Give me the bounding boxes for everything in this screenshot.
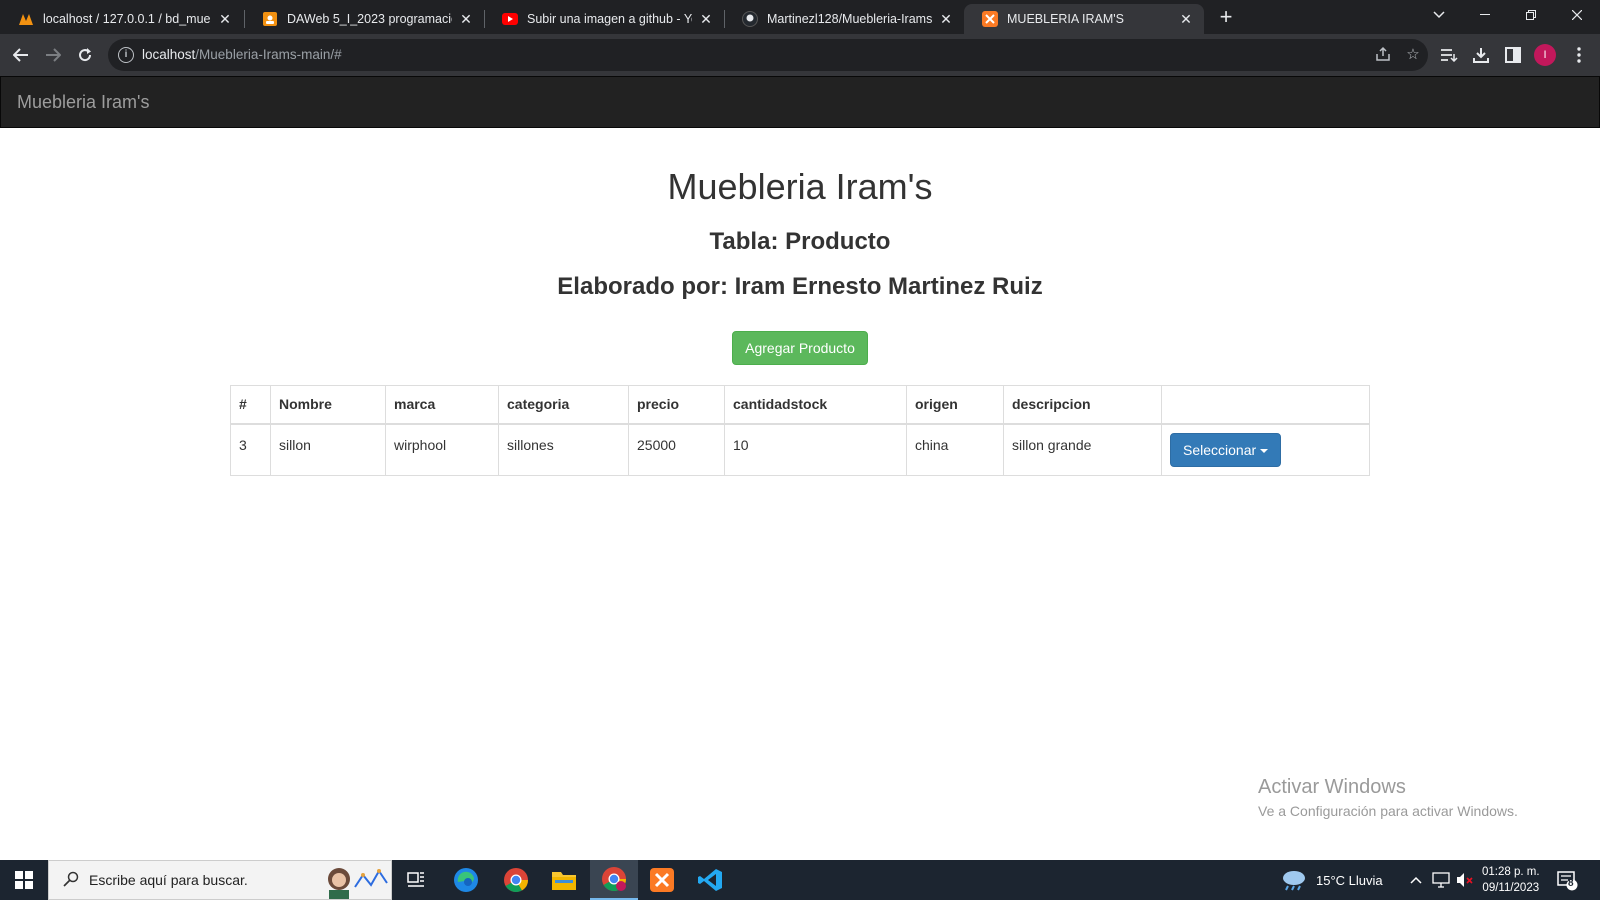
- search-icon: [63, 871, 79, 892]
- close-icon[interactable]: ✕: [1178, 11, 1194, 28]
- windows-taskbar: Escribe aquí para buscar. 15°C Lluvia 01…: [0, 860, 1600, 900]
- tab-daweb[interactable]: DAWeb 5_I_2023 programacion ✕: [244, 4, 484, 34]
- reading-list-icon[interactable]: [1436, 42, 1462, 68]
- close-icon[interactable]: ✕: [698, 11, 714, 28]
- column-header-categoria: categoria: [498, 385, 629, 425]
- cell-id: 3: [230, 423, 271, 476]
- search-placeholder: Escribe aquí para buscar.: [89, 872, 248, 888]
- products-table: # Nombre marca categoria precio cantidad…: [230, 385, 1370, 476]
- file-explorer-icon[interactable]: [540, 860, 588, 900]
- vscode-icon[interactable]: [686, 860, 734, 900]
- tab-title: localhost / 127.0.0.1 / bd_muebleria: [43, 12, 211, 26]
- tab-title: Subir una imagen a github - YouTube: [527, 12, 692, 26]
- select-dropdown-button[interactable]: Seleccionar: [1170, 432, 1282, 467]
- tab-phpmyadmin[interactable]: localhost / 127.0.0.1 / bd_muebleria ✕: [0, 4, 243, 34]
- cell-precio: 25000: [628, 423, 725, 476]
- bookmark-star-icon[interactable]: ☆: [1404, 46, 1422, 64]
- site-navbar: Muebleria Iram's: [0, 76, 1600, 128]
- youtube-icon: [502, 11, 518, 27]
- download-icon[interactable]: [1468, 42, 1494, 68]
- classroom-icon: [262, 11, 278, 27]
- github-icon: [742, 11, 758, 27]
- table-header-row: # Nombre marca categoria precio cantidad…: [230, 385, 1370, 425]
- phpmyadmin-icon: [18, 11, 34, 27]
- browser-toolbar: i localhost/Muebleria-Irams-main/# ☆ I: [0, 34, 1600, 76]
- site-info-icon[interactable]: i: [118, 47, 134, 63]
- activate-windows-watermark: Activar Windows Ve a Configuración para …: [1258, 776, 1518, 819]
- watermark-title: Activar Windows: [1258, 776, 1406, 798]
- cell-nombre: sillon: [270, 423, 386, 476]
- tab-github[interactable]: Martinezl128/Muebleria-Irams: repository…: [724, 4, 964, 34]
- windows-start-icon[interactable]: [0, 860, 48, 900]
- new-tab-button[interactable]: +: [1213, 5, 1239, 31]
- clock-date: 09/11/2023: [1482, 882, 1540, 894]
- cell-categoria: sillones: [498, 423, 629, 476]
- column-header-id: #: [230, 385, 271, 425]
- column-header-marca: marca: [385, 385, 499, 425]
- table-row: 3 sillon wirphool sillones 25000 10 chin…: [230, 423, 1370, 476]
- author-line: Elaborado por: Iram Ernesto Martinez Rui…: [557, 273, 1043, 300]
- table-subtitle: Tabla: Producto: [709, 228, 891, 255]
- rain-cloud-icon: [1283, 871, 1305, 891]
- tab-youtube[interactable]: Subir una imagen a github - YouTube ✕: [484, 4, 724, 34]
- side-panel-icon[interactable]: [1500, 42, 1526, 68]
- weather-text: 15°C Lluvia: [1316, 872, 1383, 888]
- chrome-icon[interactable]: [492, 860, 540, 900]
- close-icon[interactable]: ✕: [938, 11, 954, 28]
- weather-widget[interactable]: 15°C Lluvia: [1280, 860, 1383, 900]
- tab-muebleria-active[interactable]: MUEBLERIA IRAM'S ✕: [964, 4, 1204, 34]
- address-bar[interactable]: i localhost/Muebleria-Irams-main/# ☆: [108, 39, 1428, 71]
- select-button-label: Seleccionar: [1183, 441, 1257, 458]
- cell-cantidadstock: 10: [724, 423, 907, 476]
- notification-count: 8: [1568, 878, 1574, 889]
- menu-dots-icon[interactable]: [1566, 42, 1592, 68]
- browser-tab-strip: localhost / 127.0.0.1 / bd_muebleria ✕ D…: [0, 0, 1600, 34]
- add-product-button[interactable]: Agregar Producto: [732, 331, 868, 365]
- tab-title: DAWeb 5_I_2023 programacion: [287, 12, 452, 26]
- column-header-cantidadstock: cantidadstock: [724, 385, 907, 425]
- notification-center-icon[interactable]: 8: [1556, 860, 1578, 900]
- reload-icon[interactable]: [72, 42, 98, 68]
- cell-origen: china: [906, 423, 1004, 476]
- volume-muted-icon[interactable]: [1456, 860, 1474, 900]
- page-title: Muebleria Iram's: [667, 166, 933, 207]
- back-icon[interactable]: [8, 42, 34, 68]
- share-icon[interactable]: [1374, 46, 1392, 64]
- close-icon[interactable]: ✕: [458, 11, 474, 28]
- column-header-precio: precio: [628, 385, 725, 425]
- restore-icon[interactable]: [1508, 0, 1554, 30]
- close-icon[interactable]: ✕: [217, 11, 233, 28]
- minimize-icon[interactable]: [1462, 0, 1508, 30]
- clock[interactable]: 01:28 p. m. 09/11/2023: [1482, 860, 1540, 900]
- xampp-icon: [982, 11, 998, 27]
- tab-title: Martinezl128/Muebleria-Irams: repository: [767, 12, 932, 26]
- cell-marca: wirphool: [385, 423, 499, 476]
- tab-title: MUEBLERIA IRAM'S: [1007, 12, 1124, 26]
- search-highlight-illustration: [328, 868, 388, 899]
- cell-actions: Seleccionar: [1161, 423, 1370, 476]
- navbar-brand[interactable]: Muebleria Iram's: [17, 92, 149, 113]
- column-header-descripcion: descripcion: [1003, 385, 1162, 425]
- task-view-icon[interactable]: [392, 860, 440, 900]
- cell-descripcion: sillon grande: [1003, 423, 1162, 476]
- tab-search-icon[interactable]: [1416, 0, 1462, 30]
- show-hidden-icons-icon[interactable]: [1410, 860, 1422, 900]
- column-header-origen: origen: [906, 385, 1004, 425]
- network-icon[interactable]: [1432, 860, 1450, 900]
- column-header-actions: [1161, 385, 1370, 425]
- column-header-nombre: Nombre: [270, 385, 386, 425]
- caret-down-icon: [1260, 448, 1269, 453]
- forward-icon[interactable]: [40, 42, 66, 68]
- taskbar-search-box[interactable]: Escribe aquí para buscar.: [48, 860, 392, 900]
- chrome-profile-icon-active[interactable]: [590, 860, 638, 900]
- url-text: localhost/Muebleria-Irams-main/#: [142, 47, 342, 62]
- profile-avatar[interactable]: I: [1534, 44, 1556, 66]
- edge-browser-icon[interactable]: [442, 860, 490, 900]
- xampp-icon[interactable]: [638, 860, 686, 900]
- watermark-subtitle: Ve a Configuración para activar Windows.: [1258, 803, 1518, 819]
- clock-time: 01:28 p. m.: [1482, 866, 1540, 878]
- close-window-icon[interactable]: [1554, 0, 1600, 30]
